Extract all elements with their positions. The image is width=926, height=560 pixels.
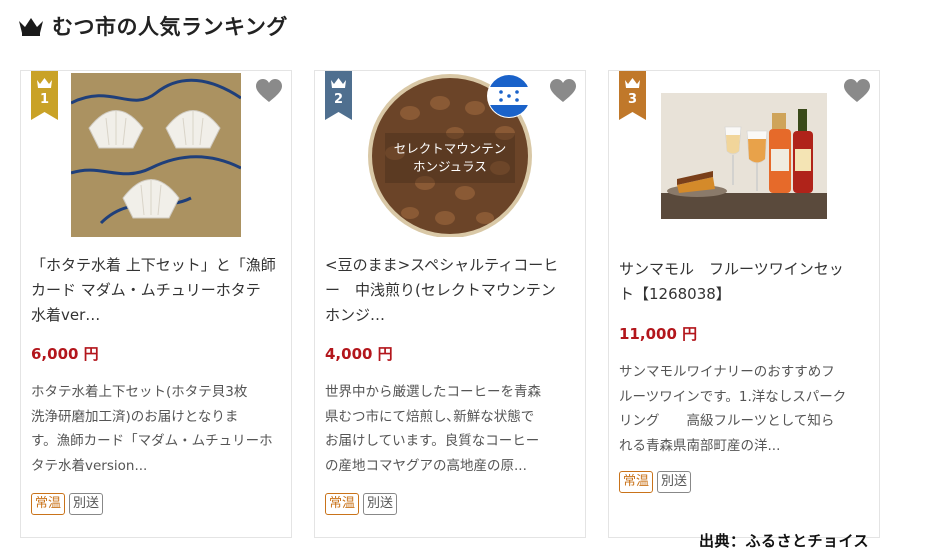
product-title[interactable]: 「ホタテ水着 上下セット」と「漁師 カード マダム・ムチュリーホタテ 水着ver… [31, 253, 283, 328]
tag-room-temp: 常温 [325, 493, 360, 515]
rank-number: 1 [39, 92, 50, 107]
product-description: 世界中から厳選したコーヒーを青森 県むつ市にて焙煎し､新鮮な状態で お届けしてい… [325, 384, 541, 474]
crown-icon [19, 18, 43, 36]
favorite-heart-icon[interactable] [844, 79, 870, 103]
section-header: むつ市の人気ランキング [18, 10, 288, 42]
product-price: 11,000 円 [619, 325, 698, 343]
product-description: サンマモルワイナリーのおすすめフ ルーツワインです。1.洋なしスパーク リング … [619, 364, 847, 454]
tag-list: 常温 別送 [325, 493, 398, 515]
svg-text:セレクトマウンテン: セレクトマウンテン [394, 141, 507, 156]
ranking-card-2[interactable]: セレクトマウンテン ホンジュラス 2 <豆のまま>スペシャルティコーヒ ー 中浅… [314, 70, 586, 538]
rank-number: 3 [627, 92, 638, 107]
rank-number: 2 [333, 92, 344, 107]
tag-list: 常温 別送 [619, 471, 692, 493]
source-credit: 出典：ふるさとチョイス [699, 532, 870, 550]
favorite-heart-icon[interactable] [256, 79, 282, 103]
tag-room-temp: 常温 [31, 493, 66, 515]
product-price: 6,000 円 [31, 345, 99, 363]
tag-separate-shipping: 別送 [363, 493, 398, 515]
ranking-card-1[interactable]: 1 「ホタテ水着 上下セット」と「漁師 カード マダム・ムチュリーホタテ 水着v… [20, 70, 292, 538]
product-title[interactable]: <豆のまま>スペシャルティコーヒ ー 中浅煎り(セレクトマウンテン ホンジ… [325, 253, 577, 328]
product-image[interactable] [659, 73, 829, 237]
product-price: 4,000 円 [325, 345, 393, 363]
product-image[interactable] [71, 73, 241, 237]
product-title[interactable]: サンマモル フルーツワインセッ ト【1268038】 [619, 257, 871, 307]
tag-separate-shipping: 別送 [657, 471, 692, 493]
svg-text:ホンジュラス: ホンジュラス [413, 159, 487, 174]
favorite-heart-icon[interactable] [550, 79, 576, 103]
tag-room-temp: 常温 [619, 471, 654, 493]
section-title: むつ市の人気ランキング [52, 15, 288, 39]
product-image[interactable]: セレクトマウンテン ホンジュラス [365, 73, 535, 237]
tag-list: 常温 別送 [31, 493, 104, 515]
product-description: ホタテ水着上下セット(ホタテ貝3枚 洗浄研磨加工済)のお届けとなりま す。漁師カ… [31, 384, 273, 474]
tag-separate-shipping: 別送 [69, 493, 104, 515]
ranking-card-3[interactable]: 3 サンマモル フルーツワインセッ ト【1268038】 11,000 円 サン… [608, 70, 880, 538]
